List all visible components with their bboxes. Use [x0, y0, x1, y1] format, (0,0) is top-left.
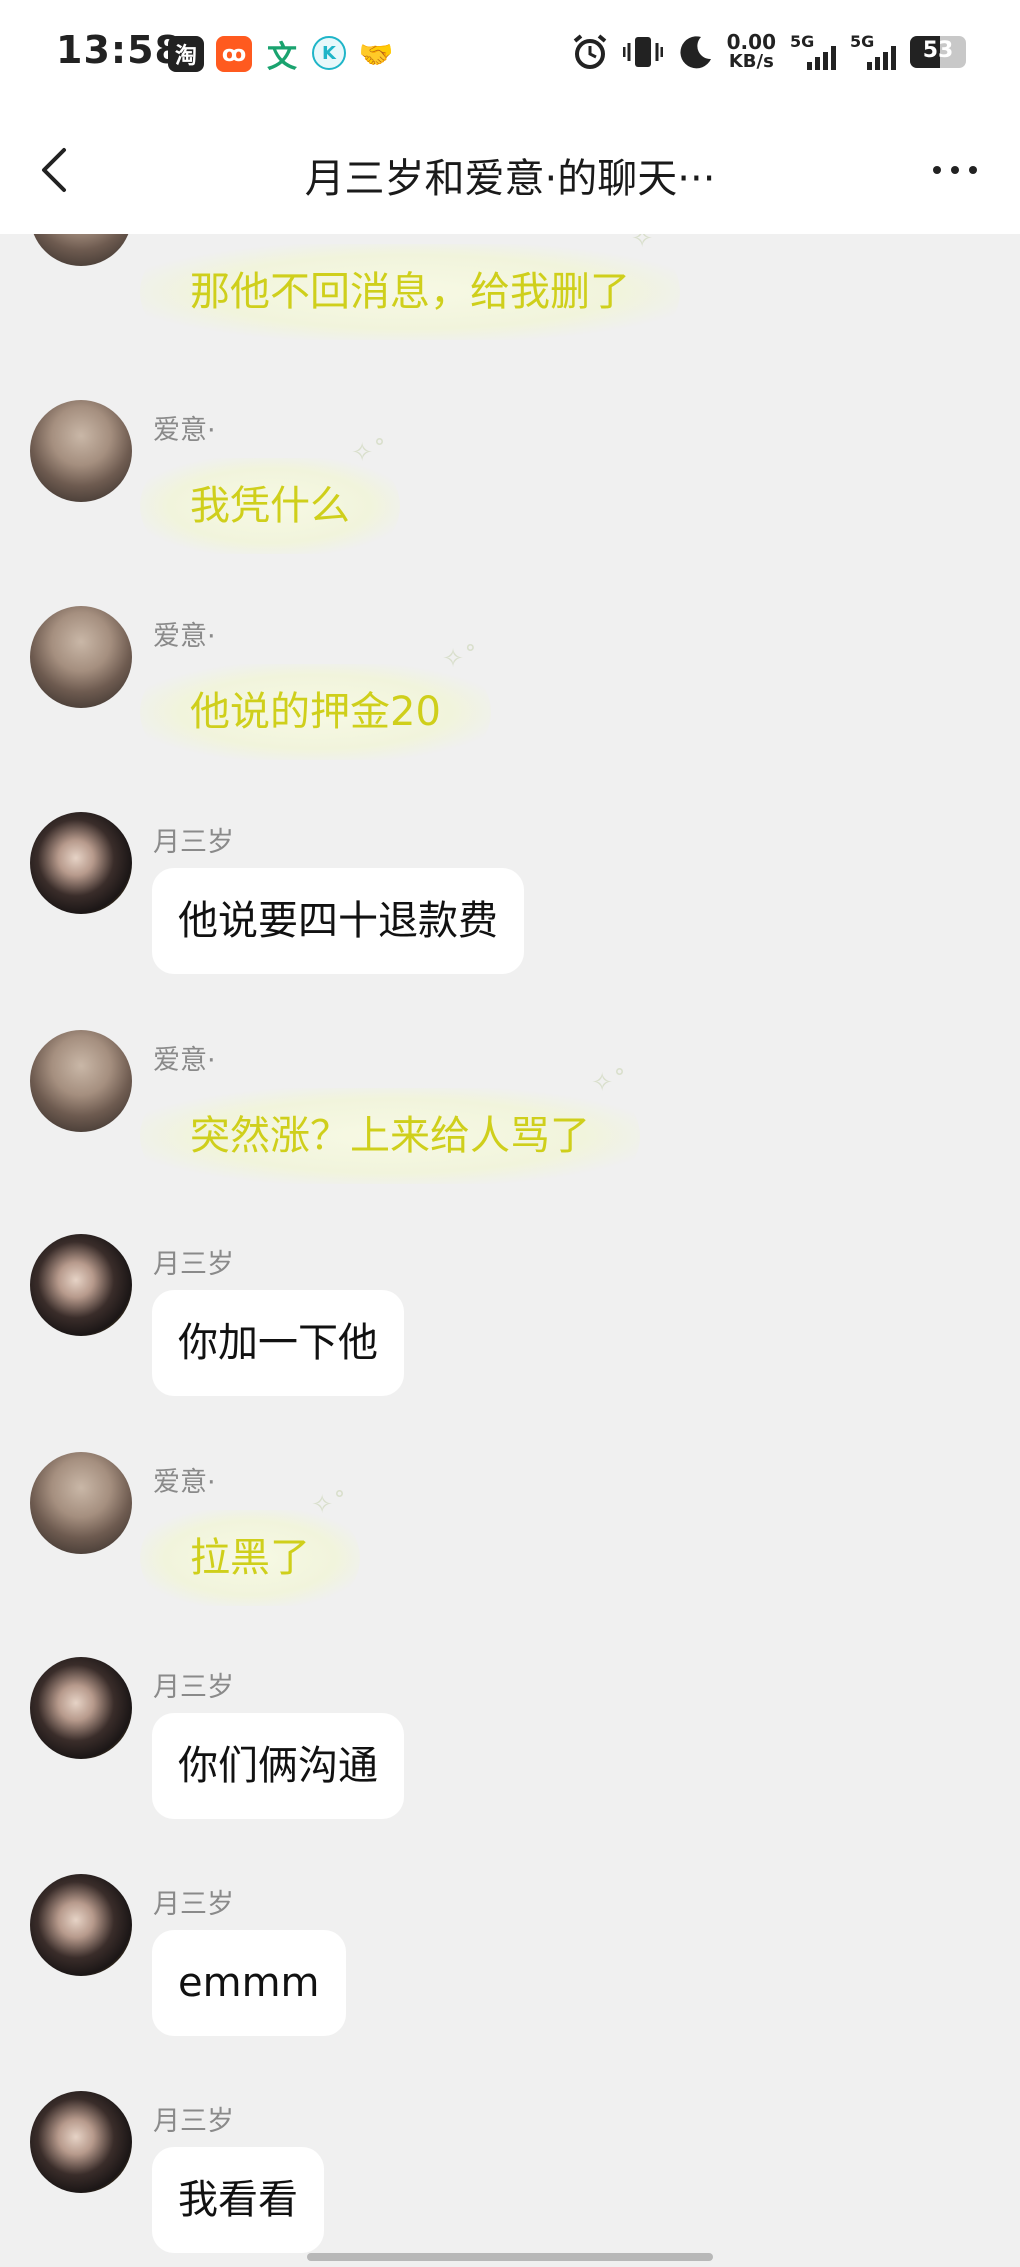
message-bubble[interactable]: 我凭什么 ✧˚: [140, 440, 400, 554]
network-speed: 0.00 KB/s: [726, 30, 776, 72]
sender-name: 爱意·: [153, 415, 216, 446]
sender-name: 爱意·: [153, 1045, 216, 1076]
avatar[interactable]: [30, 1030, 132, 1132]
signal-5g-1: 5G: [790, 32, 836, 72]
taobao-icon: 淘: [168, 36, 204, 72]
status-time: 13:58: [56, 28, 182, 72]
signal-5g-2: 5G: [850, 32, 896, 72]
message-bubble[interactable]: 突然涨？上来给人骂了 ✧˚: [140, 1070, 640, 1184]
wen-icon: 文: [267, 40, 297, 75]
handshake-icon: 🤝: [358, 37, 394, 71]
signal-bars-icon: [867, 46, 896, 70]
sender-name: 月三岁: [153, 1672, 234, 1703]
avatar[interactable]: [30, 1234, 132, 1336]
battery-icon: 53: [910, 36, 966, 68]
moon-icon: [680, 36, 711, 69]
chat-history[interactable]: 那他不回消息，给我删了 ✧˚ 爱意· 我凭什么 ✧˚ 爱意· 他说的押金20 ✧…: [0, 234, 1020, 2267]
sender-name: 爱意·: [153, 1467, 216, 1498]
sender-name: 爱意·: [153, 621, 216, 652]
avatar[interactable]: [30, 400, 132, 502]
message-bubble[interactable]: emmm: [152, 1930, 346, 2036]
kuaishou-icon: ꝏ: [216, 36, 252, 72]
avatar[interactable]: [30, 1874, 132, 1976]
message-bubble[interactable]: 他说要四十退款费: [152, 868, 524, 974]
signal-bars-icon: [807, 46, 836, 70]
more-options-icon[interactable]: [920, 140, 990, 200]
status-bar: 13:58 淘 ꝏ 文 K 🤝 0.00 KB/s 5G 5G 53: [0, 0, 1020, 110]
message-bubble[interactable]: 那他不回消息，给我删了 ✧˚: [140, 234, 680, 340]
cloud-sparkle-icon: ✧˚: [311, 1490, 346, 1520]
sender-name: 月三岁: [153, 1249, 234, 1280]
cloud-sparkle-icon: ✧˚: [591, 1068, 626, 1098]
alarm-icon: [573, 34, 606, 69]
status-indicators: 0.00 KB/s 5G 5G 53: [571, 32, 966, 72]
back-arrow-icon[interactable]: [30, 140, 90, 200]
avatar[interactable]: [30, 606, 132, 708]
avatar[interactable]: [30, 2091, 132, 2193]
sender-name: 月三岁: [153, 1889, 234, 1920]
vibrate-icon: [622, 37, 663, 67]
avatar[interactable]: [30, 812, 132, 914]
home-indicator[interactable]: [307, 2253, 713, 2261]
cloud-sparkle-icon: ✧˚: [351, 438, 386, 468]
sender-name: 月三岁: [153, 2106, 234, 2137]
message-bubble[interactable]: 你加一下他: [152, 1290, 404, 1396]
message-bubble[interactable]: 我看看: [152, 2147, 324, 2253]
message-bubble[interactable]: 拉黑了 ✧˚: [140, 1492, 360, 1606]
avatar[interactable]: [30, 234, 132, 266]
notification-icons: 淘 ꝏ 文 K 🤝: [168, 36, 394, 75]
cloud-sparkle-icon: ✧˚: [631, 234, 666, 254]
avatar[interactable]: [30, 1657, 132, 1759]
sender-name: 月三岁: [153, 827, 234, 858]
k-icon: K: [312, 36, 346, 70]
message-bubble[interactable]: 你们俩沟通: [152, 1713, 404, 1819]
message-bubble[interactable]: 他说的押金20 ✧˚: [140, 646, 491, 760]
avatar[interactable]: [30, 1452, 132, 1554]
page-title: 月三岁和爱意·的聊天···: [304, 156, 716, 202]
chat-header: 月三岁和爱意·的聊天···: [0, 110, 1020, 234]
cloud-sparkle-icon: ✧˚: [442, 644, 477, 674]
